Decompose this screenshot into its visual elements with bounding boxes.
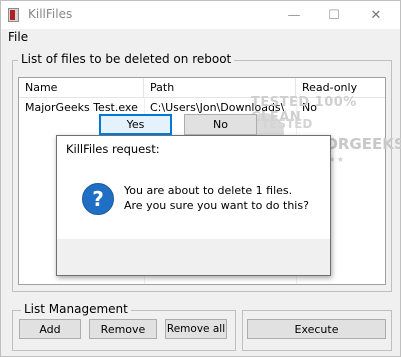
menu-bar: File [1, 29, 400, 47]
window-title: KillFiles [28, 7, 73, 21]
dialog-message-line1: You are about to delete 1 files. [124, 184, 293, 197]
remove-button[interactable]: Remove [89, 319, 157, 339]
question-icon: ? [82, 183, 114, 215]
close-button[interactable]: ✕ [356, 1, 396, 29]
remove-all-button[interactable]: Remove all [165, 319, 227, 339]
main-window: KillFiles — ☐ ✕ File List of files to be… [0, 0, 401, 357]
dialog-message-line2: Are you sure you want to do this? [124, 199, 309, 212]
minimize-button[interactable]: — [274, 1, 314, 29]
file-list-group-title: List of files to be deleted on reboot [18, 52, 235, 66]
title-bar[interactable]: KillFiles — ☐ ✕ [1, 1, 400, 29]
dialog-body: ? You are about to delete 1 files. Are y… [57, 162, 330, 239]
no-button[interactable]: No [184, 114, 257, 135]
dialog-footer [57, 239, 330, 275]
menu-file[interactable]: File [8, 30, 28, 44]
dialog-title[interactable]: KillFiles request: [57, 136, 330, 162]
list-management-title: List Management [21, 302, 131, 316]
execute-button[interactable]: Execute [247, 319, 386, 339]
app-icon [8, 8, 19, 22]
column-header-name[interactable]: Name [19, 78, 144, 98]
watermark-line2: TESTED [261, 117, 313, 131]
yes-button[interactable]: Yes [99, 114, 172, 135]
maximize-button[interactable]: ☐ [314, 1, 354, 29]
add-button[interactable]: Add [19, 319, 81, 339]
confirm-dialog: KillFiles request: ? You are about to de… [56, 135, 331, 276]
